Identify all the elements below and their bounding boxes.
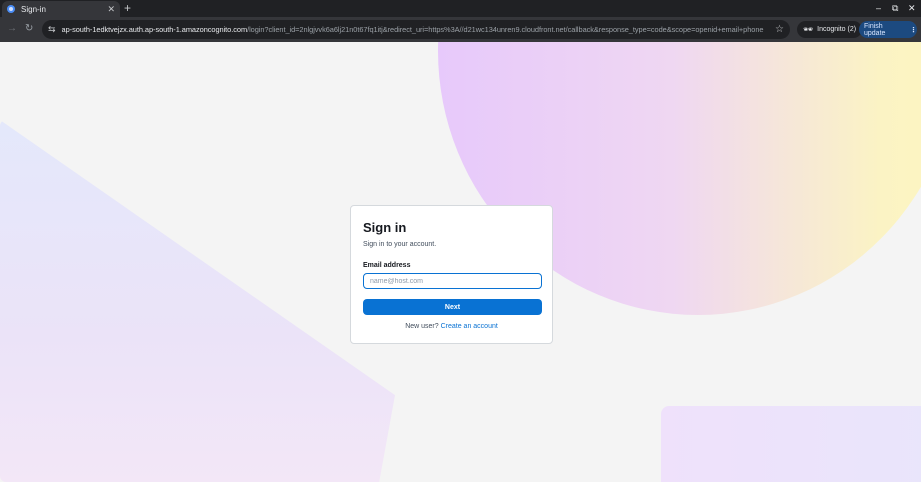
site-info-icon[interactable]: ⇆	[48, 24, 56, 35]
sign-in-subtitle: Sign in to your account.	[363, 241, 437, 248]
tab-close-icon[interactable]: ✕	[107, 4, 115, 14]
sign-in-card: Sign in Sign in to your account. Email a…	[350, 205, 553, 344]
tab-sign-in[interactable]: Sign-in ✕	[2, 1, 120, 17]
browser-toolbar: → ↻ ⇆ ap-south-1edktvejzx.auth.ap-south-…	[0, 17, 921, 42]
tab-title: Sign-in	[21, 4, 46, 14]
incognito-indicator[interactable]: 🕶 Incognito (2)	[797, 21, 863, 38]
decorative-gradient-shape-bottom-right	[661, 406, 921, 482]
page-title: Sign in	[363, 220, 407, 235]
create-account-link[interactable]: Create an account	[441, 323, 498, 330]
signup-prompt: New user?	[405, 323, 441, 330]
address-bar[interactable]: ⇆ ap-south-1edktvejzx.auth.ap-south-1.am…	[42, 20, 790, 39]
finish-update-label: Finish update	[864, 22, 886, 37]
new-tab-button[interactable]: +	[124, 1, 131, 15]
incognito-label: Incognito (2)	[817, 26, 857, 33]
email-field[interactable]	[363, 273, 542, 289]
incognito-icon: 🕶	[803, 25, 814, 34]
cognito-favicon-icon	[7, 5, 15, 13]
window-close-button[interactable]: ✕	[908, 1, 916, 15]
bookmark-star-icon[interactable]: ☆	[775, 24, 784, 35]
next-button[interactable]: Next	[363, 299, 542, 315]
finish-update-button[interactable]: Finish update ⋮	[859, 21, 917, 38]
url-path: /login?client_id=2nlgjvvk6a6lj21n0t67fq1…	[247, 25, 764, 34]
window-minimize-button[interactable]: –	[876, 1, 881, 15]
reload-icon[interactable]: ↻	[25, 23, 33, 35]
email-label: Email address	[363, 262, 411, 269]
url-host: ap-south-1edktvejzx.auth.ap-south-1.amaz…	[61, 25, 248, 34]
tab-strip: Sign-in ✕ + – ⧉ ✕	[0, 0, 921, 17]
kebab-menu-icon[interactable]: ⋮	[910, 26, 917, 34]
window-restore-button[interactable]: ⧉	[892, 1, 898, 15]
signup-row: New user? Create an account	[363, 322, 540, 332]
decorative-gradient-shape-left	[0, 120, 395, 482]
forward-arrow-icon[interactable]: →	[7, 23, 17, 35]
address-url[interactable]: ap-south-1edktvejzx.auth.ap-south-1.amaz…	[62, 25, 769, 34]
